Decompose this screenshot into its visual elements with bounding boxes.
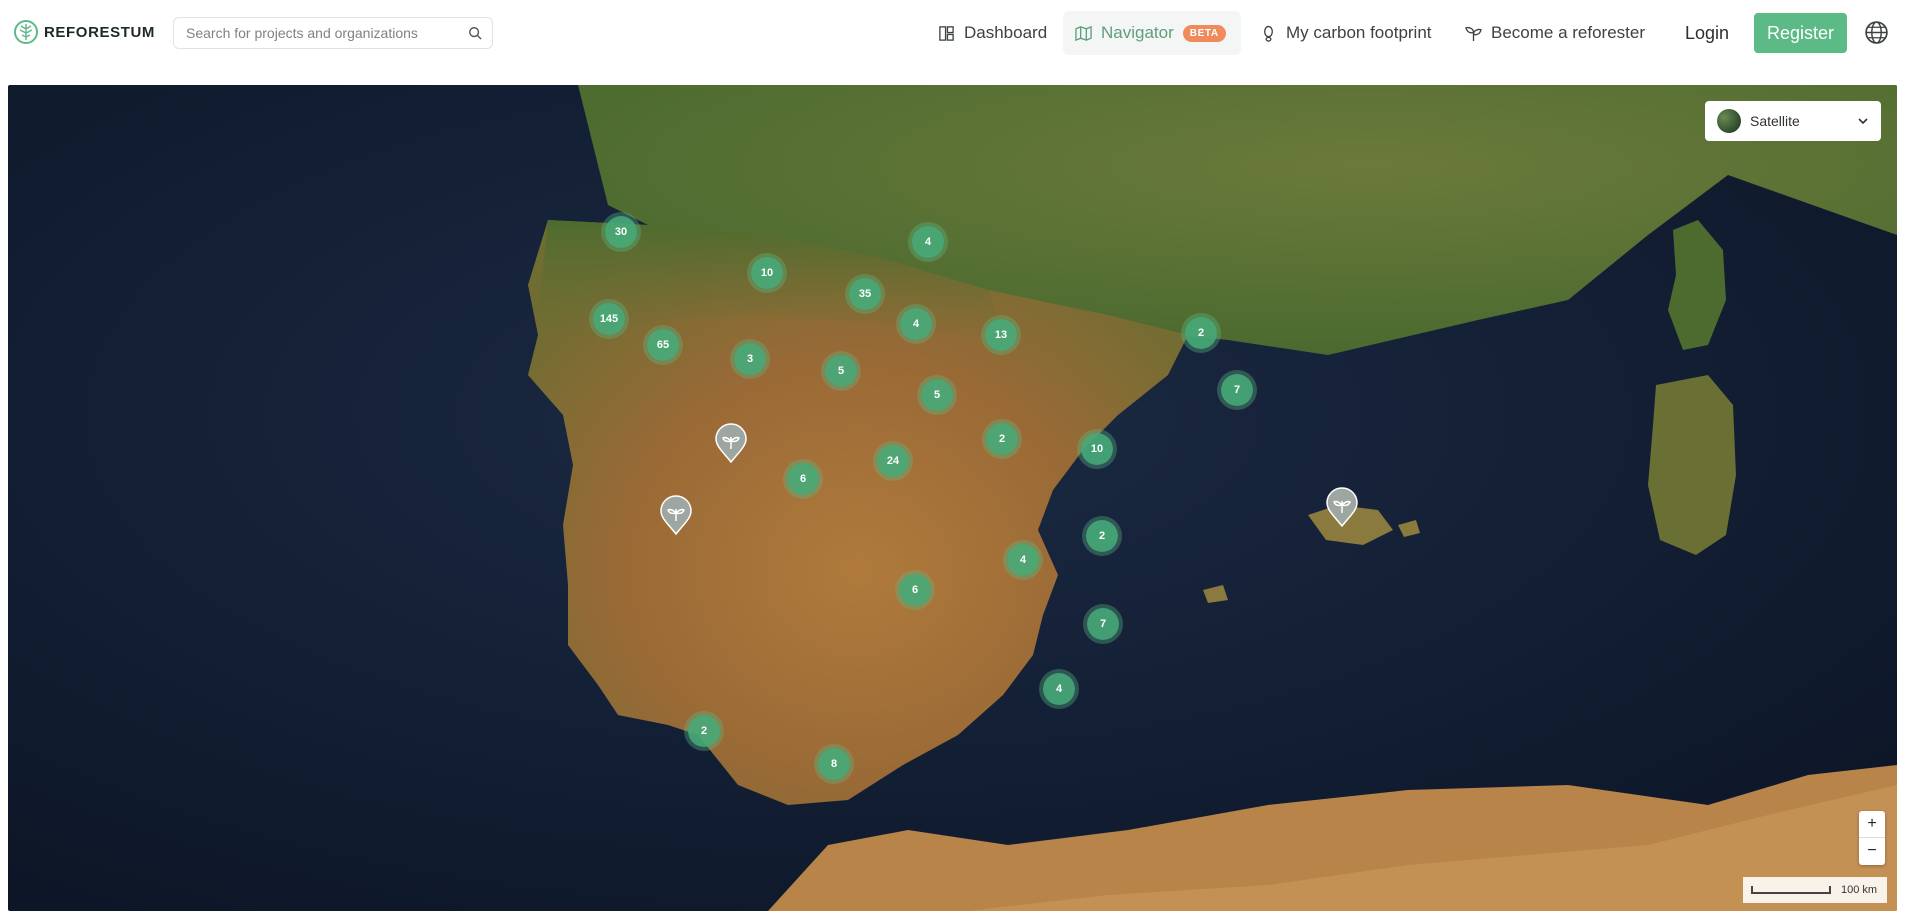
cluster-marker[interactable]: 7	[1087, 608, 1119, 640]
nav-dashboard[interactable]: Dashboard	[926, 11, 1059, 55]
nav-become-reforester[interactable]: Become a reforester	[1453, 11, 1657, 55]
map-view[interactable]: 30 4 10 35 145 65 4 13 2 3 5 5 7 2 10 24…	[8, 85, 1897, 911]
nav-carbon-label: My carbon footprint	[1286, 23, 1432, 42]
chevron-down-icon	[1858, 118, 1868, 125]
satellite-thumbnail	[1717, 109, 1741, 133]
nav-reforester-label: Become a reforester	[1491, 23, 1646, 42]
cluster-marker[interactable]: 65	[647, 329, 679, 361]
top-navigation-bar: REFORESTUM Dashboard Navigator BETA My c…	[0, 0, 1905, 66]
cluster-marker[interactable]: 4	[900, 308, 932, 340]
zoom-out-button[interactable]: −	[1859, 838, 1885, 865]
logo-icon	[14, 20, 38, 44]
cluster-marker[interactable]: 7	[1221, 374, 1253, 406]
cluster-marker[interactable]: 10	[1081, 433, 1113, 465]
cluster-marker[interactable]: 30	[605, 216, 637, 248]
globe-icon[interactable]	[1864, 20, 1889, 45]
nav-navigator[interactable]: Navigator BETA	[1063, 11, 1241, 55]
cluster-marker[interactable]: 6	[787, 463, 819, 495]
cluster-marker[interactable]: 5	[921, 379, 953, 411]
cluster-marker[interactable]: 10	[751, 257, 783, 289]
beta-badge: BETA	[1182, 24, 1226, 42]
project-pin-icon[interactable]	[714, 423, 748, 463]
cluster-marker[interactable]: 4	[912, 226, 944, 258]
zoom-control: + −	[1859, 811, 1885, 865]
zoom-in-button[interactable]: +	[1859, 811, 1885, 838]
register-button[interactable]: Register	[1754, 13, 1847, 53]
map-style-label: Satellite	[1750, 113, 1800, 129]
cluster-marker[interactable]: 35	[849, 278, 881, 310]
login-link[interactable]: Login	[1685, 19, 1729, 47]
nav-navigator-label: Navigator	[1101, 23, 1174, 42]
nav-carbon-footprint[interactable]: My carbon footprint	[1248, 11, 1444, 55]
cluster-marker[interactable]: 8	[818, 748, 850, 780]
cluster-marker[interactable]: 2	[986, 423, 1018, 455]
project-pin-icon[interactable]	[659, 495, 693, 535]
cluster-marker[interactable]: 24	[877, 445, 909, 477]
cluster-marker[interactable]: 6	[899, 574, 931, 606]
cluster-marker[interactable]: 5	[825, 355, 857, 387]
dashboard-icon	[939, 25, 954, 41]
map-icon	[1075, 25, 1092, 41]
map-scale: 100 km	[1743, 877, 1887, 903]
cluster-marker[interactable]: 4	[1007, 544, 1039, 576]
project-pin-icon[interactable]	[1325, 487, 1359, 527]
cluster-marker[interactable]: 2	[1086, 520, 1118, 552]
scale-label: 100 km	[1841, 884, 1878, 896]
map-style-selector[interactable]: Satellite	[1705, 101, 1881, 141]
cluster-marker[interactable]: 2	[688, 715, 720, 747]
brand-name: REFORESTUM	[44, 23, 155, 41]
cluster-marker[interactable]: 2	[1185, 317, 1217, 349]
search-icon[interactable]	[468, 26, 482, 40]
footprint-icon	[1264, 25, 1273, 42]
nav-dashboard-label: Dashboard	[964, 23, 1048, 42]
cluster-marker[interactable]: 145	[593, 303, 625, 335]
cluster-marker[interactable]: 4	[1043, 673, 1075, 705]
cluster-marker[interactable]: 3	[734, 343, 766, 375]
sprout-icon	[1465, 26, 1482, 41]
brand-logo[interactable]: REFORESTUM	[14, 20, 155, 44]
search-input[interactable]	[174, 18, 444, 48]
satellite-basemap[interactable]	[8, 85, 1897, 911]
scale-bar	[1751, 886, 1831, 894]
search-box	[173, 17, 493, 49]
cluster-marker[interactable]: 13	[985, 319, 1017, 351]
